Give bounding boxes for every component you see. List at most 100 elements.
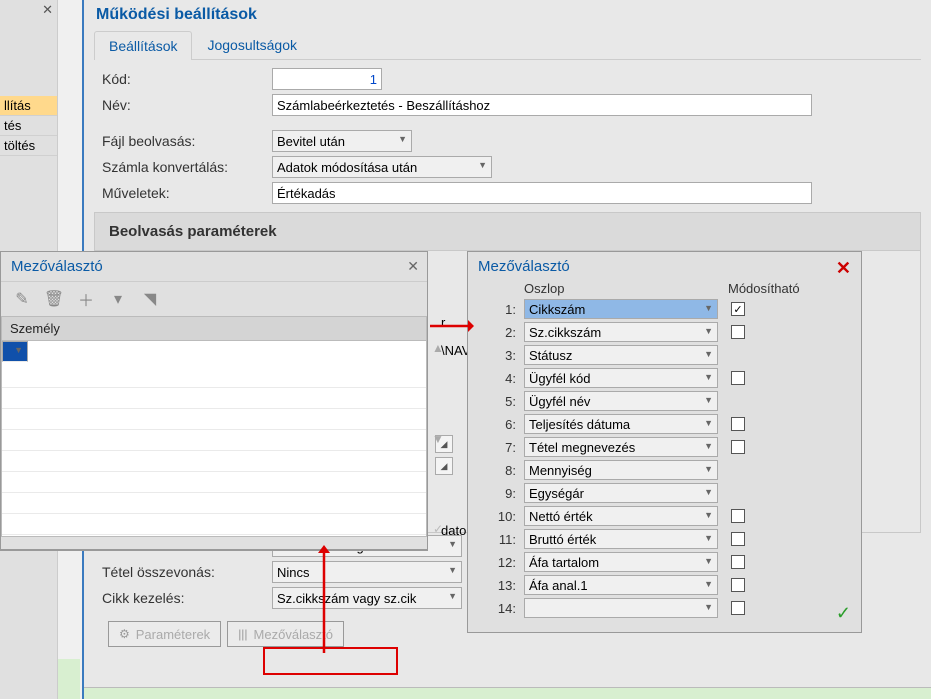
column-select[interactable]: Tétel megnevezés — [524, 437, 718, 457]
tab-bar: Beállítások Jogosultságok — [94, 30, 921, 60]
list-header[interactable]: Személy — [1, 316, 427, 341]
row-number: 8: — [484, 463, 524, 478]
check-icon[interactable]: ✓ — [433, 522, 443, 536]
konv-select[interactable]: Adatok módosítása után — [272, 156, 492, 178]
modifiable-checkbox[interactable] — [731, 302, 745, 316]
column-row: 12:Áfa tartalom — [484, 551, 845, 573]
ok-check-icon[interactable]: ✓ — [836, 603, 851, 624]
list-body[interactable]: ▲ ▼ ✓ — [1, 341, 427, 537]
column-select[interactable]: Státusz — [524, 345, 718, 365]
columns-icon: ||| — [238, 627, 247, 641]
column-select[interactable]: Nettó érték — [524, 506, 718, 526]
list-row[interactable] — [2, 514, 426, 535]
row-number: 7: — [484, 440, 524, 455]
list-row[interactable] — [2, 388, 426, 409]
modifiable-checkbox[interactable] — [731, 509, 745, 523]
field-chooser-left-title: Mezőválasztó — [11, 258, 103, 275]
list-row[interactable] — [2, 451, 426, 472]
list-row[interactable] — [2, 472, 426, 493]
sidebar-item-2[interactable]: töltés — [0, 136, 57, 156]
cikk-label: Cikk kezelés: — [102, 590, 272, 606]
close-icon[interactable]: ✕ — [836, 258, 851, 279]
tetel-label: Tétel összevonás: — [102, 564, 272, 580]
field-chooser-left-popup: Mezőválasztó ✕ ✎ 🗑 ＋ ▾ ◥ Személy ▲ ▼ ✓ — [0, 251, 428, 551]
parameterek-button[interactable]: ⚙ Paraméterek — [108, 621, 221, 647]
scroll-down-icon[interactable]: ▼ — [432, 432, 444, 446]
modifiable-checkbox[interactable] — [731, 371, 745, 385]
row-number: 6: — [484, 417, 524, 432]
column-select[interactable]: Áfa tartalom — [524, 552, 718, 572]
field-chooser-right-title: Mezőválasztó — [478, 258, 570, 275]
column-row: 11:Bruttó érték — [484, 528, 845, 550]
kod-input[interactable] — [272, 68, 382, 90]
modifiable-checkbox[interactable] — [731, 440, 745, 454]
modifiable-checkbox[interactable] — [731, 532, 745, 546]
mezovalaszto-button-label: Mezőválasztó — [254, 627, 333, 642]
trash-icon[interactable]: 🗑 — [43, 288, 65, 310]
column-select[interactable]: Mennyiség — [524, 460, 718, 480]
list-row[interactable] — [2, 430, 426, 451]
clear-filter-icon[interactable]: ◥ — [139, 288, 161, 310]
fajl-select[interactable]: Bevitel után — [272, 130, 412, 152]
modifiable-checkbox[interactable] — [731, 417, 745, 431]
list-row[interactable] — [2, 493, 426, 514]
column-select[interactable]: Áfa anal.1 — [524, 575, 718, 595]
modifiable-checkbox[interactable] — [731, 555, 745, 569]
column-row: 1:Cikkszám — [484, 298, 845, 320]
modifiable-checkbox[interactable] — [731, 325, 745, 339]
row-number: 2: — [484, 325, 524, 340]
sidebar-item-1[interactable]: tés — [0, 116, 57, 136]
cikk-select[interactable]: Sz.cikkszám vagy sz.cik — [272, 587, 462, 609]
modifiable-checkbox[interactable] — [731, 601, 745, 615]
row-number: 5: — [484, 394, 524, 409]
column-row: 13:Áfa anal.1 — [484, 574, 845, 596]
section-beolvasas-header: Beolvasás paraméterek — [94, 212, 921, 251]
column-select[interactable]: Cikkszám — [524, 299, 718, 319]
column-select[interactable] — [524, 598, 718, 618]
sidebar-close-icon[interactable]: ✕ — [42, 2, 53, 18]
modifiable-cell — [718, 302, 758, 316]
column-select[interactable]: Ügyfél név — [524, 391, 718, 411]
kod-label: Kód: — [102, 71, 272, 87]
column-row: 6:Teljesítés dátuma — [484, 413, 845, 435]
column-select[interactable]: Teljesítés dátuma — [524, 414, 718, 434]
muv-label: Műveletek: — [102, 185, 272, 201]
column-row: 8:Mennyiség — [484, 459, 845, 481]
field-chooser-right-popup: Mezőválasztó ✕ Oszlop Módosítható 1:Cikk… — [467, 251, 862, 633]
filter-icon[interactable]: ▾ — [107, 288, 129, 310]
edit-icon[interactable]: ✎ — [11, 288, 33, 310]
tetel-select[interactable]: Nincs — [272, 561, 462, 583]
row-number: 3: — [484, 348, 524, 363]
list-row[interactable] — [2, 409, 426, 430]
row-number: 11: — [484, 532, 524, 547]
close-icon[interactable]: ✕ — [407, 258, 419, 275]
row-number: 12: — [484, 555, 524, 570]
column-row: 10:Nettó érték — [484, 505, 845, 527]
plus-icon[interactable]: ＋ — [75, 288, 97, 310]
modifiable-cell — [718, 417, 758, 431]
column-select[interactable]: Egységár — [524, 483, 718, 503]
tab-jogosultsagok[interactable]: Jogosultságok — [192, 30, 312, 59]
mezovalaszto-button[interactable]: ||| Mezőválasztó — [227, 621, 344, 647]
scroll-up-icon[interactable]: ▲ — [432, 341, 444, 355]
list-row-selected[interactable] — [2, 341, 28, 362]
sidebar-item-0[interactable]: llítás — [0, 96, 57, 116]
column-select[interactable]: Bruttó érték — [524, 529, 718, 549]
parameterek-button-label: Paraméterek — [136, 627, 210, 642]
column-row: 3:Státusz — [484, 344, 845, 366]
konv-label: Számla konvertálás: — [102, 159, 272, 175]
modifiable-checkbox[interactable] — [731, 578, 745, 592]
muv-input[interactable] — [272, 182, 812, 204]
row-number: 1: — [484, 302, 524, 317]
nev-label: Név: — [102, 97, 272, 113]
page-title: Működési beállítások — [84, 0, 931, 30]
row-number: 10: — [484, 509, 524, 524]
row-number: 14: — [484, 601, 524, 616]
field-chooser-toolbar: ✎ 🗑 ＋ ▾ ◥ — [1, 282, 427, 316]
column-select[interactable]: Ügyfél kód — [524, 368, 718, 388]
nev-input[interactable] — [272, 94, 812, 116]
snippet-r: r — [441, 315, 445, 330]
column-select[interactable]: Sz.cikkszám — [524, 322, 718, 342]
list-row[interactable] — [2, 367, 426, 388]
tab-beallitasok[interactable]: Beállítások — [94, 31, 192, 60]
